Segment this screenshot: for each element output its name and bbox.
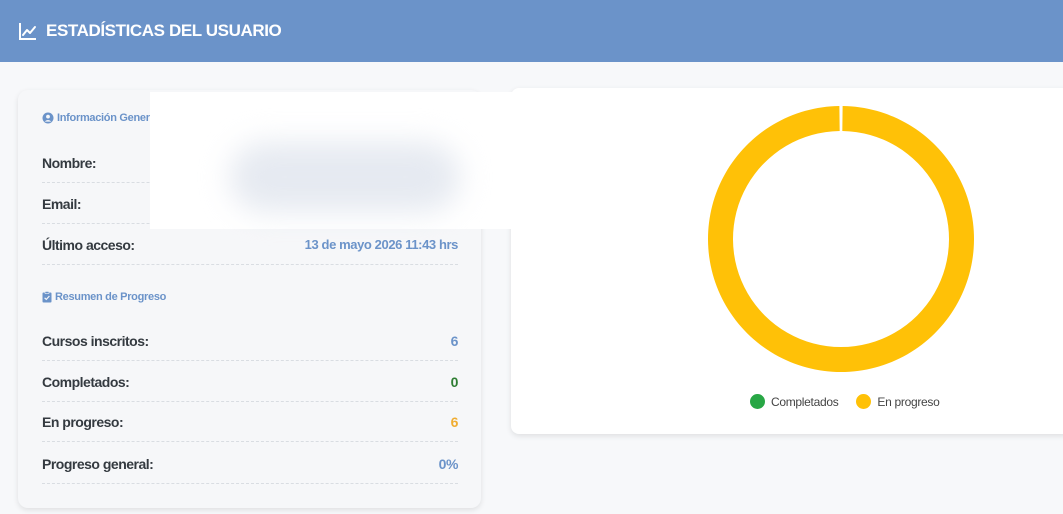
- legend-swatch-completados: [750, 394, 765, 409]
- overall-progress-value: 0%: [438, 455, 459, 472]
- legend-item-en-progreso[interactable]: En progreso: [856, 394, 940, 409]
- legend-label-completados: Completados: [771, 394, 839, 409]
- progress-chart-card: Completados En progreso: [511, 88, 1063, 434]
- progress-donut-chart: [708, 106, 974, 373]
- last-access-value: 13 de mayo 2026 11:43 hrs: [304, 237, 459, 252]
- completed-label: Completados:: [42, 373, 130, 390]
- enrolled-courses-label: Cursos inscritos:: [42, 332, 149, 349]
- last-access-row: Último acceso: 13 de mayo 2026 11:43 hrs: [42, 225, 458, 265]
- redacted-overlay: [150, 92, 528, 229]
- progress-section-label: Resumen de Progreso: [55, 291, 167, 303]
- completed-row: Completados: 0: [42, 362, 458, 402]
- legend-item-completados[interactable]: Completados: [750, 394, 839, 409]
- page-title: ESTADÍSTICAS DEL USUARIO: [46, 21, 282, 40]
- in-progress-value: 6: [450, 413, 459, 430]
- user-circle-icon: [42, 112, 54, 124]
- completed-value: 0: [450, 373, 459, 390]
- redacted-smudge: [230, 142, 460, 212]
- page-header: ESTADÍSTICAS DEL USUARIO: [0, 0, 1063, 62]
- clipboard-check-icon: [42, 291, 52, 303]
- donut-slice-en-progreso[interactable]: [708, 106, 974, 373]
- legend-swatch-en-progreso: [856, 394, 872, 409]
- name-label: Nombre:: [42, 154, 97, 171]
- last-access-label: Último acceso:: [42, 236, 135, 253]
- email-label: Email:: [42, 195, 82, 212]
- info-section-label: Información General: [57, 112, 159, 124]
- chart-legend: Completados En progreso: [750, 394, 957, 409]
- in-progress-row: En progreso: 6: [42, 402, 458, 442]
- overall-progress-row: Progreso general: 0%: [42, 444, 458, 484]
- enrolled-courses-row: Cursos inscritos: 6: [42, 321, 458, 361]
- info-section-title: Información General: [42, 112, 159, 124]
- overall-progress-label: Progreso general:: [42, 455, 154, 472]
- chart-line-icon: [18, 21, 38, 41]
- progress-section-title: Resumen de Progreso: [42, 291, 166, 303]
- legend-label-en-progreso: En progreso: [877, 394, 940, 409]
- in-progress-label: En progreso:: [42, 413, 124, 430]
- enrolled-courses-value: 6: [450, 332, 459, 349]
